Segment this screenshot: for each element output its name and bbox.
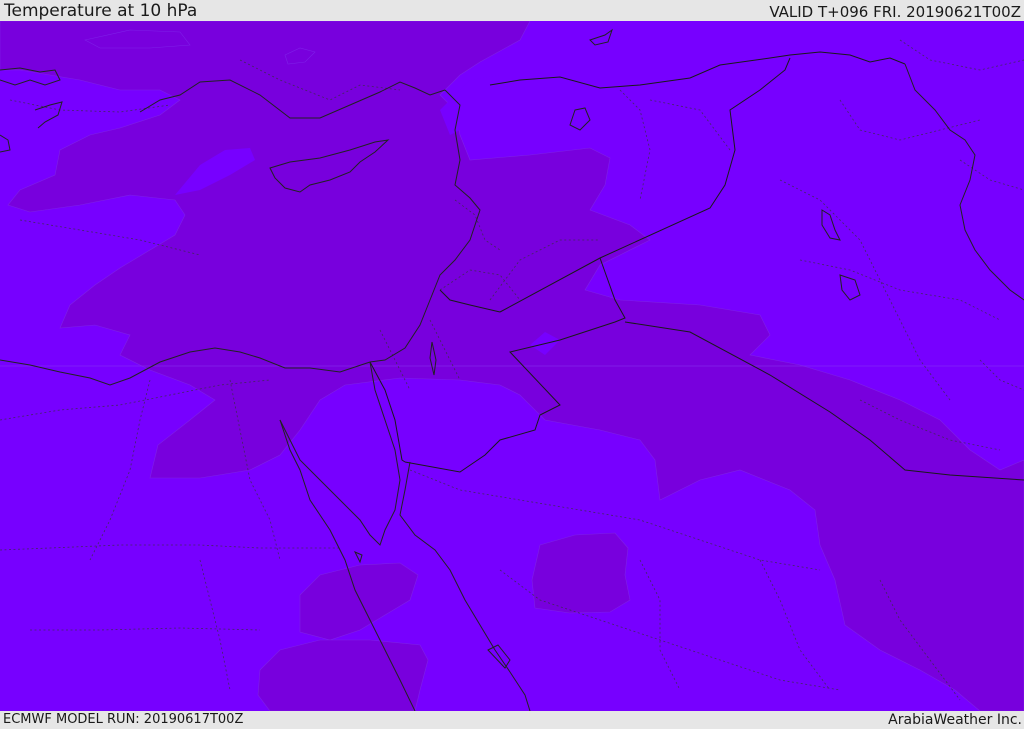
contour-region-sudan-blob — [257, 639, 429, 711]
map-title: Temperature at 10 hPa — [4, 1, 198, 21]
credit-label: ArabiaWeather Inc. — [888, 712, 1022, 728]
header-bar: Temperature at 10 hPa VALID T+096 FRI. 2… — [0, 0, 1024, 21]
footer-bar: ECMWF MODEL RUN: 20190617T00Z ArabiaWeat… — [0, 711, 1024, 729]
valid-time: VALID T+096 FRI. 20190621T00Z — [769, 3, 1021, 21]
model-run-label: ECMWF MODEL RUN: 20190617T00Z — [3, 712, 244, 727]
weather-map[interactable] — [0, 21, 1024, 711]
contour-region-saudi-blob — [531, 532, 631, 614]
